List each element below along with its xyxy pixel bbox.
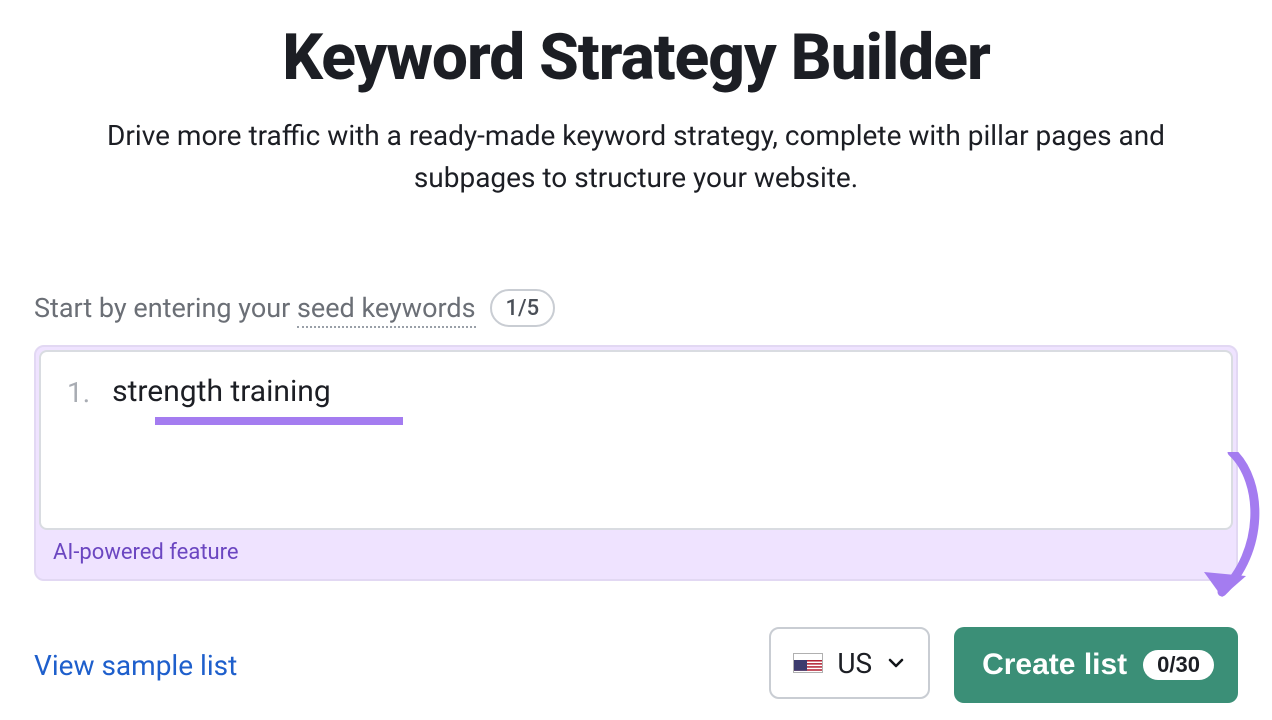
create-list-label: Create list	[982, 648, 1127, 682]
ai-feature-caption: AI-powered feature	[39, 530, 1233, 579]
create-list-count-badge: 0/30	[1143, 650, 1214, 680]
seed-prompt-prefix: Start by entering your	[34, 292, 297, 324]
keyword-row: 1. strength training	[67, 374, 1205, 413]
create-list-button[interactable]: Create list 0/30	[954, 627, 1238, 703]
country-code: US	[837, 647, 872, 680]
footer-row: View sample list US Create	[34, 627, 1238, 703]
keyword-value[interactable]: strength training	[112, 374, 331, 413]
chevron-down-icon	[886, 647, 906, 680]
keyword-row-number: 1.	[67, 376, 90, 409]
view-sample-link[interactable]: View sample list	[34, 649, 237, 682]
footer-controls: US Create list 0/30	[769, 627, 1238, 703]
highlight-underline-icon	[155, 417, 403, 425]
us-flag-icon	[793, 653, 823, 673]
page-title: Keyword Strategy Builder	[34, 20, 1238, 95]
seed-prompt-row: Start by entering your seed keywords 1/5	[34, 289, 1238, 327]
page-subtitle: Drive more traffic with a ready-made key…	[34, 115, 1238, 199]
seed-count-badge: 1/5	[490, 289, 556, 327]
seed-keywords-label: seed keywords	[297, 292, 476, 328]
keyword-input[interactable]: 1. strength training	[39, 350, 1233, 530]
country-select[interactable]: US	[769, 627, 930, 699]
keyword-input-container: 1. strength training AI-powered feature	[34, 345, 1238, 581]
